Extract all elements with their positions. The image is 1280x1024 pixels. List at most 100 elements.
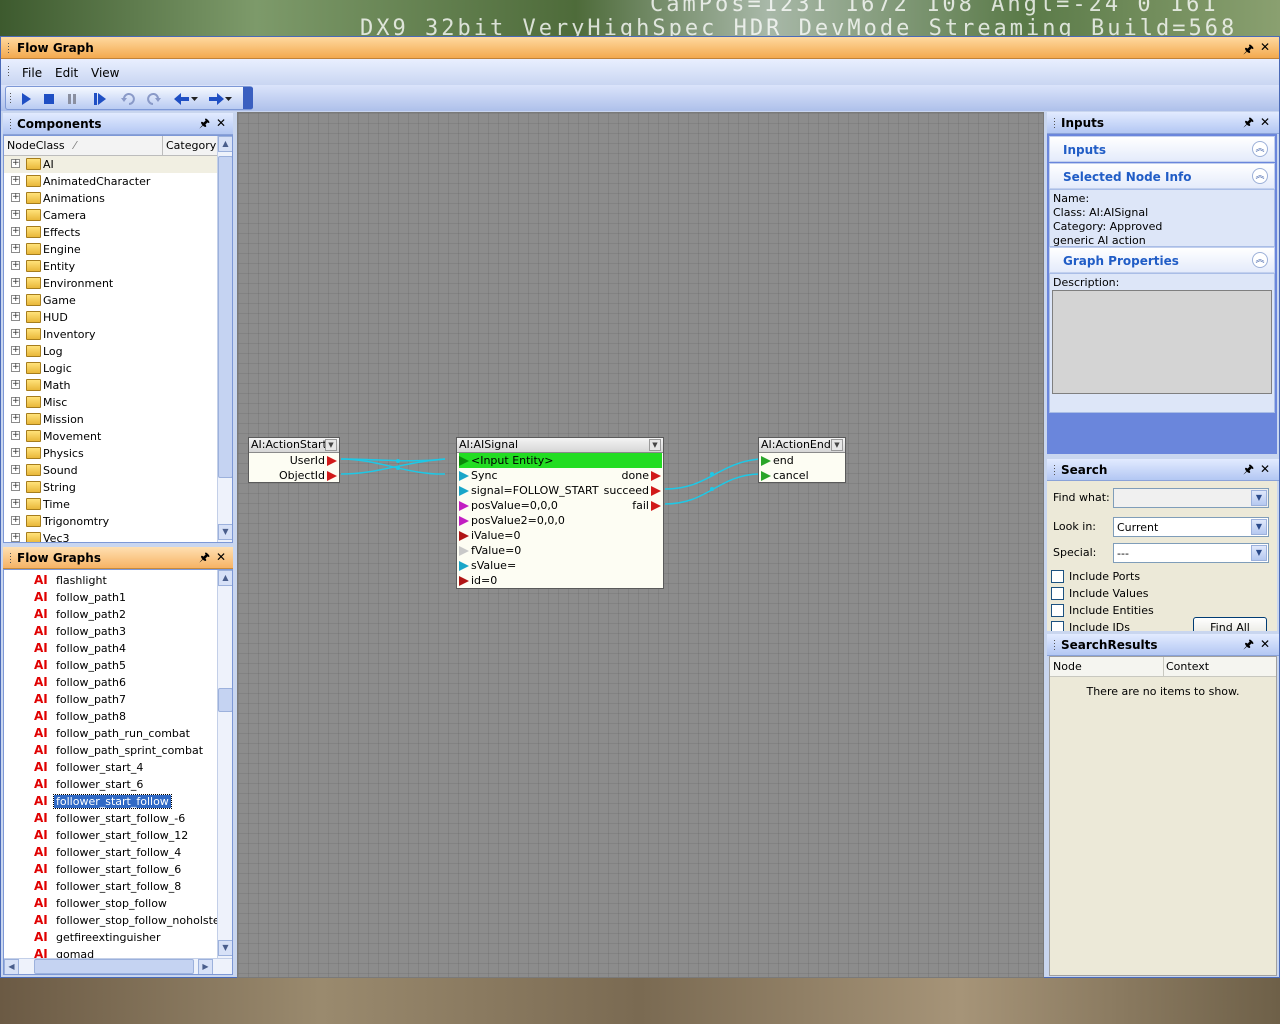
back-arrow-icon[interactable]	[172, 89, 192, 109]
section-node-info-head[interactable]: Selected Node Info ︽	[1049, 163, 1275, 189]
tree-item[interactable]: + Sound	[4, 462, 217, 479]
expand-plus-icon[interactable]: +	[11, 244, 20, 253]
special-select[interactable]: --- ▼	[1113, 543, 1269, 563]
search-close-icon[interactable]: ✕	[1260, 462, 1270, 476]
node-action-end[interactable]: AI:ActionEnd ▼ end cancel	[758, 437, 846, 483]
menu-view[interactable]: View	[91, 66, 119, 80]
components-pin-icon[interactable]: 🖈︎	[199, 116, 210, 130]
redo-icon[interactable]	[143, 89, 163, 109]
tree-item[interactable]: + Log	[4, 343, 217, 360]
tree-item[interactable]: + Entity	[4, 258, 217, 275]
tree-item[interactable]: + Trigonomtry	[4, 513, 217, 530]
flowgraph-item[interactable]: AI follow_path5	[4, 657, 217, 674]
tree-item[interactable]: + Movement	[4, 428, 217, 445]
expand-plus-icon[interactable]: +	[11, 533, 20, 542]
undo-icon[interactable]	[119, 89, 139, 109]
look-in-select[interactable]: Current ▼	[1113, 517, 1269, 537]
expand-plus-icon[interactable]: +	[11, 227, 20, 236]
description-textarea[interactable]	[1052, 290, 1272, 394]
flowgraph-item[interactable]: AI follower_start_follow	[4, 793, 217, 810]
expand-plus-icon[interactable]: +	[11, 159, 20, 168]
flowgraph-item[interactable]: AI getfireextinguisher	[4, 929, 217, 946]
find-all-button[interactable]: Find All	[1193, 617, 1267, 631]
port-sync[interactable]: Sync	[459, 468, 498, 483]
tree-item[interactable]: + Camera	[4, 207, 217, 224]
flowgraph-item[interactable]: AI follower_start_follow_6	[4, 861, 217, 878]
port-posvalue[interactable]: posValue=0,0,0	[459, 498, 558, 513]
inputs-close-icon[interactable]: ✕	[1260, 115, 1270, 129]
scroll-down-icon[interactable]: ▼	[218, 524, 232, 540]
flowgraph-item[interactable]: AI follower_start_follow_8	[4, 878, 217, 895]
flowgraph-item[interactable]: AI follower_start_follow_12	[4, 827, 217, 844]
expand-plus-icon[interactable]: +	[11, 431, 20, 440]
port-fvalue[interactable]: fValue=0	[459, 543, 521, 558]
collapse-chevron-up-icon[interactable]: ︽	[1252, 141, 1268, 157]
tree-item[interactable]: + Environment	[4, 275, 217, 292]
expand-plus-icon[interactable]: +	[11, 482, 20, 491]
tree-item[interactable]: + String	[4, 479, 217, 496]
flowgraph-item[interactable]: AI follow_path7	[4, 691, 217, 708]
find-what-combo[interactable]: ▼	[1113, 488, 1269, 508]
flowgraph-item[interactable]: AI follow_path_run_combat	[4, 725, 217, 742]
flowgraph-item[interactable]: AI follower_start_follow_-6	[4, 810, 217, 827]
flowgraph-item[interactable]: AI follow_path1	[4, 589, 217, 606]
tree-item[interactable]: + Game	[4, 292, 217, 309]
port-posvalue2[interactable]: posValue2=0,0,0	[459, 513, 565, 528]
col-context[interactable]: Context	[1166, 660, 1209, 673]
flowgraph-item[interactable]: AI flashlight	[4, 572, 217, 589]
expand-plus-icon[interactable]: +	[11, 397, 20, 406]
forward-dropdown-chevron-down-icon[interactable]	[224, 89, 234, 109]
results-pin-icon[interactable]: 🖈︎	[1243, 637, 1254, 651]
menu-edit[interactable]: Edit	[55, 66, 78, 80]
node-dropdown-chevron-down-icon[interactable]: ▼	[831, 439, 843, 451]
port-userid[interactable]: UserId	[290, 453, 337, 468]
col-node[interactable]: Node	[1053, 660, 1082, 673]
components-scrollbar[interactable]: ▲ ▼	[217, 136, 232, 542]
expand-plus-icon[interactable]: +	[11, 380, 20, 389]
node-action-start[interactable]: AI:ActionStart ▼ UserId ObjectId	[248, 437, 340, 483]
tree-item[interactable]: + Physics	[4, 445, 217, 462]
expand-plus-icon[interactable]: +	[11, 499, 20, 508]
port-ivalue[interactable]: iValue=0	[459, 528, 520, 543]
flowgraph-item[interactable]: AI follower_stop_follow_noholster	[4, 912, 224, 929]
collapse-chevron-up-icon[interactable]: ︽	[1252, 168, 1268, 184]
section-inputs-head[interactable]: Inputs ︽	[1049, 136, 1275, 162]
tree-item[interactable]: + AI	[4, 156, 217, 173]
port-svalue[interactable]: sValue=	[459, 558, 516, 573]
fg-hscroll-thumb[interactable]	[34, 959, 194, 974]
node-dropdown-chevron-down-icon[interactable]: ▼	[649, 439, 661, 451]
section-graph-props-head[interactable]: Graph Properties ︽	[1049, 247, 1275, 273]
tree-item[interactable]: + Math	[4, 377, 217, 394]
tree-item[interactable]: + Vec3	[4, 530, 217, 542]
expand-plus-icon[interactable]: +	[11, 363, 20, 372]
fg-hscrollbar[interactable]: ◀ ▶	[4, 958, 232, 974]
collapse-chevron-up-icon[interactable]: ︽	[1252, 252, 1268, 268]
flowgraphs-scrollbar[interactable]: ▲ ▼	[217, 570, 232, 958]
flowgraph-item[interactable]: AI follow_path2	[4, 606, 217, 623]
results-close-icon[interactable]: ✕	[1260, 637, 1270, 651]
scroll-thumb[interactable]	[218, 156, 232, 478]
expand-plus-icon[interactable]: +	[11, 516, 20, 525]
tree-item[interactable]: + Engine	[4, 241, 217, 258]
flowgraph-item[interactable]: AI follow_path6	[4, 674, 217, 691]
expand-plus-icon[interactable]: +	[11, 176, 20, 185]
back-dropdown-chevron-down-icon[interactable]	[190, 89, 200, 109]
expand-plus-icon[interactable]: +	[11, 346, 20, 355]
find-what-chevron-down-icon[interactable]: ▼	[1251, 490, 1267, 506]
port-end[interactable]: end	[761, 453, 794, 468]
fg-scroll-up-icon[interactable]: ▲	[218, 570, 232, 586]
play-icon[interactable]	[16, 89, 36, 109]
port-fail[interactable]: fail	[632, 498, 661, 513]
flowgraph-item[interactable]: AI follow_path_sprint_combat	[4, 742, 217, 759]
fg-scroll-right-icon[interactable]: ▶	[198, 959, 213, 974]
search-pin-icon[interactable]: 🖈︎	[1243, 462, 1254, 476]
flowgraph-item[interactable]: AI follow_path8	[4, 708, 217, 725]
components-close-icon[interactable]: ✕	[216, 116, 226, 130]
expand-plus-icon[interactable]: +	[11, 312, 20, 321]
expand-plus-icon[interactable]: +	[11, 193, 20, 202]
expand-plus-icon[interactable]: +	[11, 465, 20, 474]
expand-plus-icon[interactable]: +	[11, 261, 20, 270]
tree-item[interactable]: + AnimatedCharacter	[4, 173, 217, 190]
fg-scroll-thumb[interactable]	[218, 688, 232, 712]
tree-item[interactable]: + Logic	[4, 360, 217, 377]
